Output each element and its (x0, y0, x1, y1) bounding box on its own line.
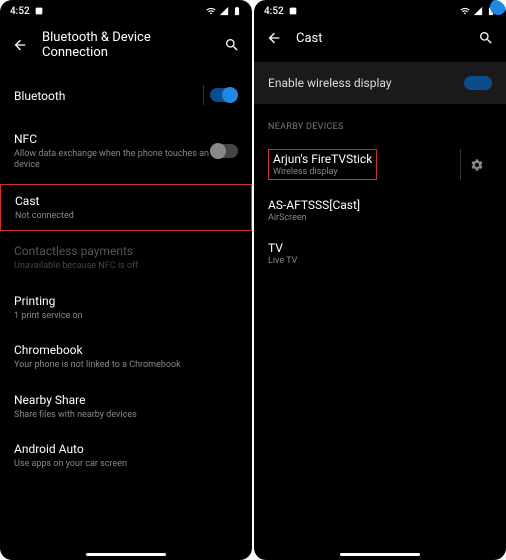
device-row[interactable]: AS-AFTSSS[Cast] AirScreen (254, 189, 506, 232)
wifi-icon (206, 6, 216, 16)
phone-right: 4:52 Cast Enable wireless display NEARBY… (254, 0, 506, 560)
item-title: Printing (14, 293, 238, 310)
back-icon[interactable] (266, 30, 282, 46)
item-title: Nearby Share (14, 392, 238, 409)
item-title: NFC (14, 131, 238, 148)
phone-left: 4:52 Bluetooth & Device Connection Bluet… (0, 0, 252, 560)
section-nearby-devices: NEARBY DEVICES (254, 104, 506, 140)
search-icon[interactable] (224, 37, 240, 53)
signal-icon (219, 6, 229, 16)
item-sub: Unavailable because NFC is off (14, 261, 238, 273)
screenshot-icon (34, 6, 44, 16)
battery-icon (232, 6, 242, 16)
status-time: 4:52 (264, 6, 284, 17)
device-title: TV (268, 241, 492, 255)
device-row[interactable]: Arjun's FireTVStick Wireless display (254, 140, 506, 189)
nav-pill[interactable] (86, 553, 166, 556)
item-chromebook[interactable]: Chromebook Your phone is not linked to a… (0, 332, 252, 381)
item-cast[interactable]: Cast Not connected (0, 184, 252, 231)
enable-wireless-toggle[interactable] (464, 76, 492, 90)
header: Bluetooth & Device Connection (0, 20, 252, 70)
item-sub: Share files with nearby devices (14, 410, 238, 422)
item-title: Cast (15, 193, 237, 210)
item-nfc[interactable]: NFC Allow data exchange when the phone t… (0, 121, 252, 182)
status-bar: 4:52 (0, 0, 252, 20)
item-android-auto[interactable]: Android Auto Use apps on your car screen (0, 431, 252, 480)
item-sub: Allow data exchange when the phone touch… (14, 149, 238, 172)
status-time: 4:52 (10, 6, 30, 17)
device-title: Arjun's FireTVStick (273, 152, 372, 166)
device-row[interactable]: TV Live TV (254, 232, 506, 275)
item-title: Android Auto (14, 441, 238, 458)
item-contactless: Contactless payments Unavailable because… (0, 233, 252, 282)
item-sub: 1 print service on (14, 311, 238, 323)
item-sub: Your phone is not linked to a Chromebook (14, 360, 238, 372)
item-title: Chromebook (14, 342, 238, 359)
item-sub: Use apps on your car screen (14, 459, 238, 471)
device-sub: AirScreen (268, 213, 492, 223)
gear-icon (470, 158, 484, 172)
bluetooth-toggle[interactable] (210, 88, 238, 102)
toggle-divider (203, 85, 204, 105)
settings-list: Bluetooth NFC Allow data exchange when t… (0, 70, 252, 481)
enable-wireless-row[interactable]: Enable wireless display (254, 62, 506, 104)
item-title: Bluetooth (14, 88, 238, 105)
enable-wireless-label: Enable wireless display (268, 76, 392, 90)
search-icon[interactable] (478, 30, 494, 46)
device-settings-button[interactable] (460, 149, 492, 180)
status-bar: 4:52 (254, 0, 506, 20)
page-title: Bluetooth & Device Connection (42, 30, 210, 60)
item-title: Contactless payments (14, 243, 238, 260)
screenshot-icon (288, 6, 298, 16)
signal-icon (473, 6, 483, 16)
back-icon[interactable] (12, 37, 28, 53)
item-bluetooth[interactable]: Bluetooth (0, 70, 252, 121)
item-sub: Not connected (15, 211, 237, 223)
item-nearby-share[interactable]: Nearby Share Share files with nearby dev… (0, 382, 252, 431)
wifi-icon (460, 6, 470, 16)
header: Cast (254, 20, 506, 56)
device-sub: Live TV (268, 256, 492, 266)
nfc-toggle[interactable] (210, 144, 238, 158)
item-printing[interactable]: Printing 1 print service on (0, 283, 252, 332)
device-sub: Wireless display (273, 167, 372, 177)
page-title: Cast (296, 31, 464, 46)
nav-pill[interactable] (340, 553, 420, 556)
device-title: AS-AFTSSS[Cast] (268, 198, 492, 212)
